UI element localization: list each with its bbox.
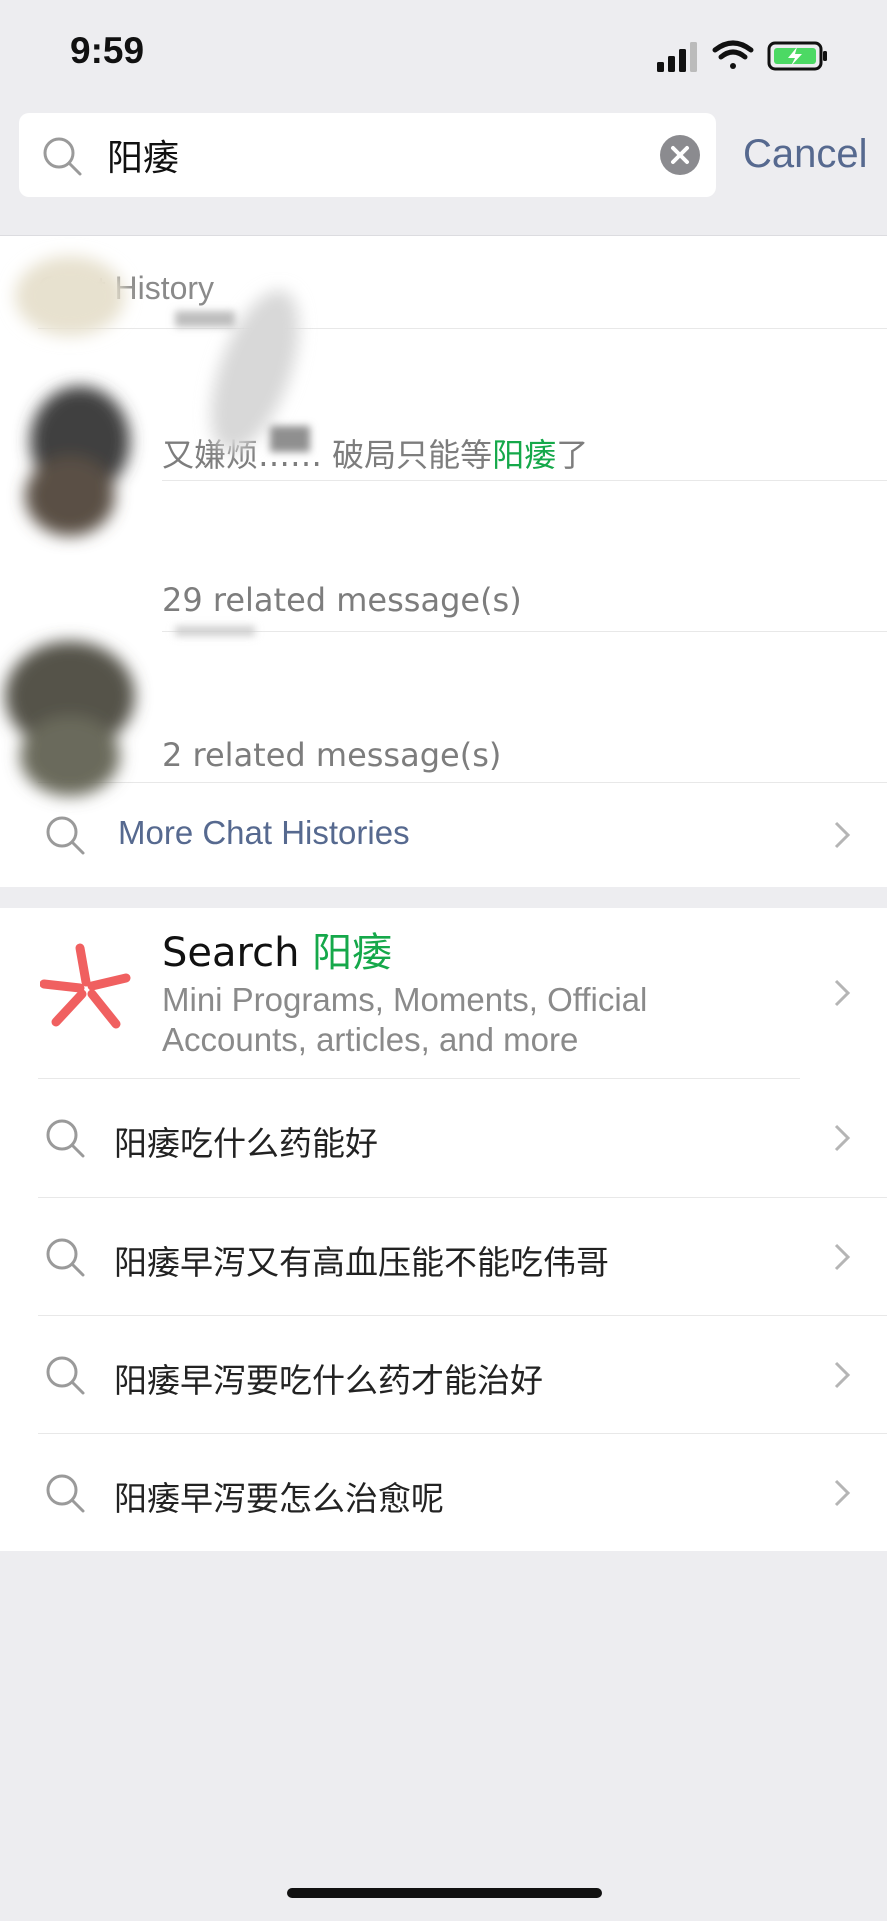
search-web-prefix: Search bbox=[162, 930, 300, 976]
search-icon bbox=[43, 137, 82, 176]
search-web-description: Mini Programs, Moments, Official Account… bbox=[162, 981, 648, 1058]
search-header: Cancel bbox=[0, 110, 887, 236]
suggestion-item[interactable]: 阳痿早泻要怎么治愈呢 bbox=[0, 1434, 887, 1552]
search-box[interactable] bbox=[19, 113, 716, 197]
status-icons bbox=[657, 38, 857, 74]
search-web-keyword: 阳痿 bbox=[312, 930, 393, 976]
section-title: Chat History bbox=[38, 270, 215, 306]
search-icon bbox=[46, 1238, 85, 1277]
wifi-icon bbox=[712, 40, 754, 69]
chat-result-item[interactable]: 29 related message(s) bbox=[0, 481, 887, 631]
divider bbox=[38, 328, 887, 329]
status-bar: 9:59 bbox=[0, 0, 887, 110]
search-icon bbox=[46, 1119, 85, 1158]
search-web-row[interactable]: Search 阳痿 Mini Programs, Moments, Offici… bbox=[0, 908, 887, 1078]
clear-search-button[interactable] bbox=[660, 135, 700, 175]
suggestion-item[interactable]: 阳痿早泻要吃什么药才能治好 bbox=[0, 1316, 887, 1434]
close-icon bbox=[671, 146, 689, 164]
chevron-right-icon bbox=[834, 979, 851, 1007]
suggestion-item[interactable]: 阳痿早泻又有高血压能不能吃伟哥 bbox=[0, 1198, 887, 1316]
battery-charging-icon bbox=[767, 41, 827, 71]
chat-history-section: Chat History 又嫌烦…… 破局只能等阳痿了 29 related m… bbox=[0, 236, 887, 887]
suggestion-text: 阳痿早泻要吃什么药才能治好 bbox=[114, 1361, 543, 1400]
chevron-right-icon bbox=[834, 1243, 851, 1271]
suggestion-text: 阳痿吃什么药能好 bbox=[114, 1124, 378, 1163]
search-input[interactable] bbox=[107, 129, 647, 181]
web-search-section: Search 阳痿 Mini Programs, Moments, Offici… bbox=[0, 908, 887, 1551]
divider bbox=[38, 782, 887, 783]
suggestion-item[interactable]: 阳痿吃什么药能好 bbox=[0, 1079, 887, 1197]
chevron-right-icon bbox=[834, 1361, 851, 1389]
suggestion-text: 阳痿早泻又有高血压能不能吃伟哥 bbox=[114, 1243, 609, 1282]
home-indicator[interactable] bbox=[287, 1888, 602, 1898]
cancel-button[interactable]: Cancel bbox=[743, 132, 868, 177]
search-web-title: Search 阳痿 bbox=[162, 920, 392, 978]
search-icon bbox=[46, 816, 85, 855]
suggestion-text: 阳痿早泻要怎么治愈呢 bbox=[114, 1479, 444, 1518]
more-chat-histories-row[interactable]: More Chat Histories bbox=[0, 784, 887, 884]
chat-result-item[interactable]: 又嫌烦…… 破局只能等阳痿了 bbox=[0, 330, 887, 480]
status-time: 9:59 bbox=[70, 30, 145, 71]
chevron-right-icon bbox=[834, 1124, 851, 1152]
search-logo-icon bbox=[40, 943, 131, 1029]
chat-snippet: 又嫌烦…… 破局只能等阳痿了 bbox=[162, 430, 588, 476]
more-chat-histories-label: More Chat Histories bbox=[118, 814, 410, 851]
chat-result-item[interactable]: 2 related message(s) bbox=[0, 632, 887, 782]
cellular-signal-icon bbox=[657, 42, 697, 72]
chat-snippet: 29 related message(s) bbox=[162, 581, 522, 619]
search-icon bbox=[46, 1474, 85, 1513]
search-icon bbox=[46, 1356, 85, 1395]
snippet-text-end: 了 bbox=[556, 436, 589, 474]
snippet-highlight: 阳痿 bbox=[492, 436, 557, 474]
chevron-right-icon bbox=[834, 1479, 851, 1507]
snippet-text: 又嫌烦…… 破局只能等 bbox=[162, 436, 493, 474]
chat-snippet: 2 related message(s) bbox=[162, 736, 502, 774]
chevron-right-icon bbox=[834, 821, 851, 849]
